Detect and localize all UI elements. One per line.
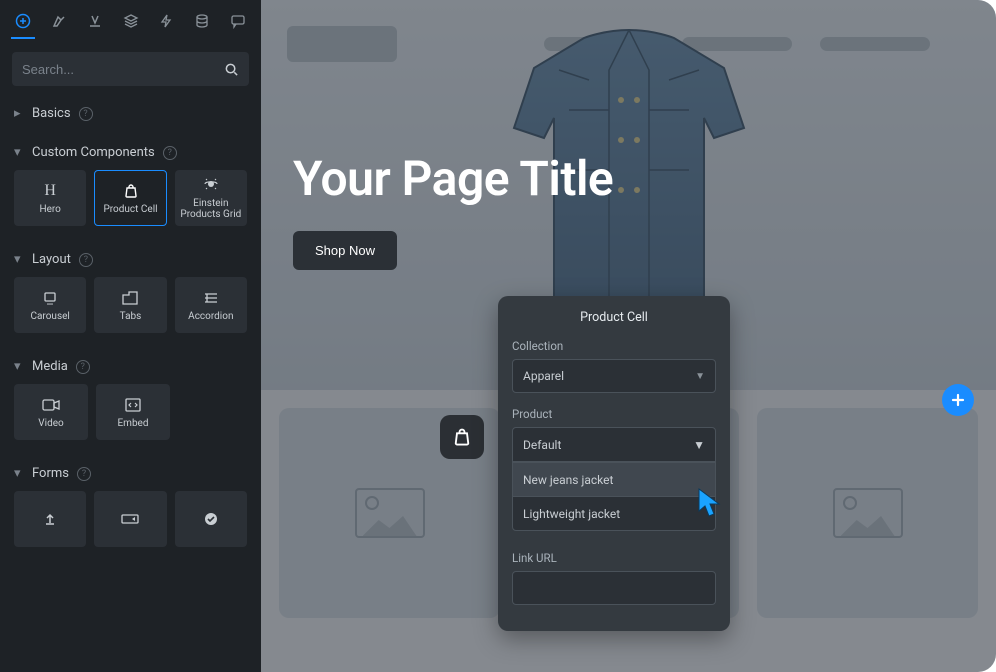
embed-icon [124,396,142,414]
help-icon: ? [76,360,90,374]
section-layout[interactable]: ▾ Layout ? [0,242,261,277]
image-placeholder-icon [833,488,903,538]
chevron-down-icon: ▼ [695,371,705,382]
add-block-fab[interactable] [942,384,974,416]
tile-label: Tabs [120,311,142,322]
upload-icon [41,510,59,528]
chevron-down-icon: ▼ [693,438,705,452]
tile-upload[interactable] [14,491,86,547]
chevron-right-icon: ▸ [14,106,24,121]
hero-title: Your Page Title [293,150,996,207]
tile-carousel[interactable]: Carousel [14,277,86,333]
tile-video[interactable]: Video [14,384,88,440]
shopping-bag-icon [452,427,472,447]
checkmark-circle-icon [202,510,220,528]
carousel-icon [41,289,59,307]
field-label-product: Product [512,407,716,421]
tabs-icon [121,289,139,307]
section-media[interactable]: ▾ Media ? [0,349,261,384]
section-label: Forms [32,466,69,481]
input-icon [121,510,139,528]
tile-product-cell[interactable]: Product Cell [94,170,166,226]
section-label: Layout [32,252,71,267]
product-option[interactable]: Lightweight jacket [513,496,715,530]
tile-hero[interactable]: H Hero [14,170,86,226]
select-value: Default [523,438,561,452]
tile-label: Accordion [188,311,233,322]
chevron-down-icon: ▾ [14,252,24,267]
design-tab-icon[interactable] [50,12,68,30]
panel-tabbar [0,0,261,38]
tile-label: Einstein Products Grid [179,198,243,220]
chevron-down-icon: ▾ [14,359,24,374]
section-label: Custom Components [32,145,155,160]
help-icon: ? [163,146,177,160]
help-icon: ? [77,467,91,481]
help-icon: ? [79,107,93,121]
tile-label: Hero [39,204,60,215]
video-icon [42,396,60,414]
tile-embed[interactable]: Embed [96,384,170,440]
actions-tab-icon[interactable] [157,12,175,30]
search-input-wrapper [12,52,249,86]
chevron-down-icon: ▾ [14,466,24,481]
chevron-down-icon: ▾ [14,145,24,160]
option-label: New jeans jacket [523,473,613,487]
search-input[interactable] [22,62,224,77]
add-tab-icon[interactable] [14,12,32,30]
insert-panel: ▸ Basics ? ▾ Custom Components ? H Hero … [0,0,261,672]
shop-now-button[interactable]: Shop Now [293,231,397,270]
product-cell-popover: Product Cell Collection Apparel ▼ Produc… [498,296,730,631]
image-placeholder-icon [355,488,425,538]
shopping-bag-icon [122,182,140,200]
tile-input[interactable] [94,491,166,547]
section-basics[interactable]: ▸ Basics ? [0,96,261,131]
popover-title: Product Cell [512,310,716,325]
search-icon [224,62,239,77]
section-forms[interactable]: ▾ Forms ? [0,456,261,491]
data-tab-icon[interactable] [193,12,211,30]
logo-placeholder [287,26,397,62]
field-label-link-url: Link URL [512,551,716,565]
section-label: Media [32,359,68,374]
tile-einstein-grid[interactable]: Einstein Products Grid [175,170,247,226]
field-label-collection: Collection [512,339,716,353]
section-custom[interactable]: ▾ Custom Components ? [0,135,261,170]
comments-tab-icon[interactable] [229,12,247,30]
dragging-component-chip [440,415,484,459]
tile-label: Product Cell [103,204,157,215]
tile-label: Embed [117,418,148,429]
tile-accordion[interactable]: Accordion [175,277,247,333]
accordion-icon [202,289,220,307]
heading-icon: H [41,182,59,200]
product-option[interactable]: New jeans jacket [513,462,715,496]
layers-tab-icon[interactable] [122,12,140,30]
product-card[interactable] [757,408,978,618]
link-url-input[interactable] [512,571,716,605]
einstein-icon [202,176,220,194]
style-tab-icon[interactable] [86,12,104,30]
help-icon: ? [79,253,93,267]
option-label: Lightweight jacket [523,507,620,521]
product-select[interactable]: Default ▼ New jeans jacket Lightweight j… [512,427,716,531]
tile-tabs[interactable]: Tabs [94,277,166,333]
tile-label: Carousel [30,311,69,322]
select-value: Apparel [523,369,564,383]
section-label: Basics [32,106,71,121]
tile-checkbox[interactable] [175,491,247,547]
collection-select[interactable]: Apparel ▼ [512,359,716,393]
tile-label: Video [38,418,63,429]
